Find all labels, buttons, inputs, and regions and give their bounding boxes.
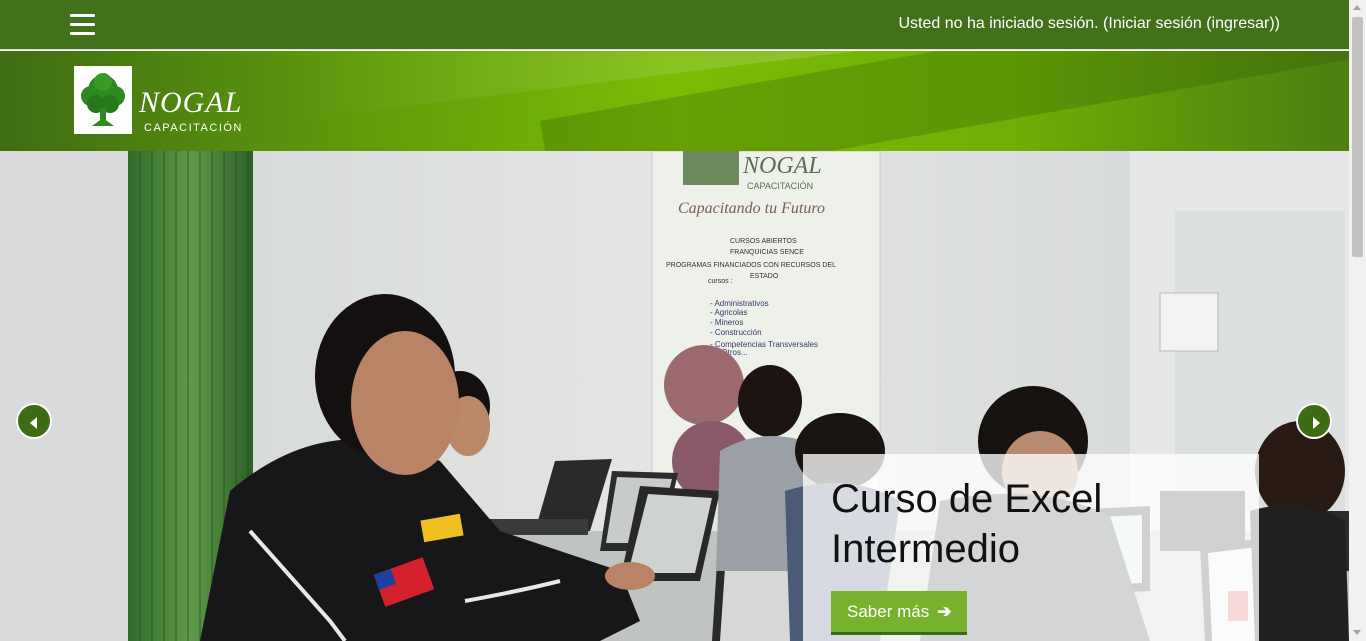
carousel-prev-button[interactable] — [16, 403, 52, 439]
saber-mas-label: Saber más — [847, 602, 930, 621]
login-info: Usted no ha iniciado sesión. (Iniciar se… — [898, 15, 1280, 33]
slide-caption: Curso de Excel Intermedio Saber más ➔ — [803, 454, 1259, 641]
hero-carousel: NOGAL CAPACITACIÓN Capacitando tu Futuro… — [0, 151, 1349, 641]
banner-line3: PROGRAMAS FINANCIADOS CON RECURSOS DEL — [666, 262, 836, 269]
banner-name: NOGAL — [742, 153, 822, 179]
login-status-close: ) — [1274, 15, 1280, 32]
chevron-right-icon — [1313, 417, 1320, 429]
scroll-down-icon[interactable] — [1353, 630, 1361, 635]
banner-subtitle: CAPACITACIÓN — [747, 181, 813, 191]
page-scrollbar[interactable] — [1349, 0, 1366, 641]
banner-item: - Construcción — [710, 328, 762, 337]
site-logo[interactable]: NOGAL CAPACITACIÓN — [74, 66, 254, 138]
menu-icon[interactable] — [70, 14, 95, 36]
top-navbar: Usted no ha iniciado sesión. (Iniciar se… — [0, 0, 1349, 50]
scroll-thumb[interactable] — [1352, 17, 1363, 257]
banner-item: - Mineros — [710, 318, 743, 327]
banner-line1: CURSOS ABIERTOS — [730, 238, 797, 245]
login-link[interactable]: Iniciar sesión (ingresar) — [1108, 15, 1274, 32]
banner-item: - Administrativos — [710, 299, 769, 308]
scroll-up-icon[interactable] — [1353, 5, 1361, 10]
tree-logo-icon — [74, 66, 132, 134]
chevron-left-icon — [30, 417, 37, 429]
login-status-text: Usted no ha iniciado sesión. ( — [898, 15, 1109, 32]
logo-subtitle: CAPACITACIÓN — [144, 122, 243, 134]
banner-cursos: cursos : — [708, 278, 733, 285]
carousel-next-button[interactable] — [1296, 403, 1332, 439]
logo-name: NOGAL — [139, 86, 243, 119]
banner-item: - Agricolas — [710, 308, 747, 317]
arrow-right-icon: ➔ — [937, 602, 952, 621]
header-band: NOGAL CAPACITACIÓN — [0, 51, 1349, 151]
slide-title: Curso de Excel Intermedio — [831, 477, 1103, 571]
banner-line4: ESTADO — [750, 273, 779, 280]
banner-line2: FRANQUICIAS SENCE — [730, 249, 804, 256]
saber-mas-button[interactable]: Saber más ➔ — [831, 591, 968, 635]
banner-slogan: Capacitando tu Futuro — [678, 200, 825, 217]
